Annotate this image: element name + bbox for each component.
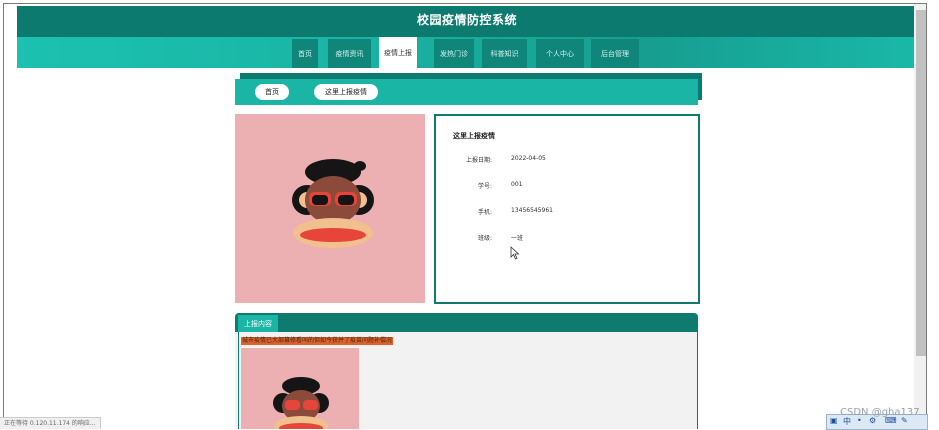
breadcrumb-home[interactable]: 首页 <box>255 84 289 100</box>
nav-item-news[interactable]: 疫情资讯 <box>328 39 371 68</box>
nav-item-admin[interactable]: 后台管理 <box>591 39 639 68</box>
monkey-avatar-icon <box>292 159 374 248</box>
report-content-image <box>241 348 359 429</box>
field-label-student-id: 学号: <box>477 183 492 190</box>
status-bar-url: 正在等待 0.120.11.174 的响应... <box>0 417 101 429</box>
nav-item-report[interactable]: 疫情上报 <box>379 37 417 68</box>
header-bar: 校园疫情防控系统 <box>17 6 917 37</box>
scrollbar-track[interactable] <box>914 4 926 429</box>
watermark-text: CSDN @gha137 <box>840 407 920 418</box>
field-value-student-id: 001 <box>511 181 523 188</box>
ime-icon[interactable]: ▣ <box>830 416 838 425</box>
content-section: 上报内容 城市疫情已大部篡修看叫的但如今获并了疫苗问题补偿况 <box>235 313 698 429</box>
breadcrumb-current[interactable]: 这里上报疫情 <box>314 84 378 100</box>
report-photo <box>235 114 425 303</box>
nav-item-profile[interactable]: 个人中心 <box>536 39 584 68</box>
browser-viewport: 校园疫情防控系统 首页 疫情资讯 疫情上报 发热门诊 科普知识 个人中心 后台管… <box>3 3 927 429</box>
content-section-header: 上报内容 <box>235 313 698 332</box>
field-label-phone: 手机: <box>477 209 492 216</box>
detail-title: 这里上报疫情 <box>453 132 495 140</box>
field-label-class: 班级: <box>477 235 492 242</box>
breadcrumb: 首页 这里上报疫情 <box>235 79 698 105</box>
scrollbar-thumb[interactable] <box>916 10 926 356</box>
field-value-date: 2022-04-05 <box>511 155 546 162</box>
field-value-class: 一班 <box>511 235 524 242</box>
monkey-thumbnail-icon <box>273 377 329 429</box>
detail-card: 这里上报疫情 上报日期: 2022-04-05 学号: 001 手机: 1345… <box>434 114 700 304</box>
site-title: 校园疫情防控系统 <box>416 13 517 27</box>
tab-report-content[interactable]: 上报内容 <box>238 315 278 332</box>
field-label-date: 上报日期: <box>465 157 492 164</box>
nav-item-home[interactable]: 首页 <box>292 39 318 68</box>
nav-item-clinic[interactable]: 发热门诊 <box>434 39 474 68</box>
nav-bar: 首页 疫情资讯 疫情上报 发热门诊 科普知识 个人中心 后台管理 <box>17 37 917 68</box>
report-content-text: 城市疫情已大部篡修看叫的但如今获并了疫苗问题补偿况 <box>241 337 394 345</box>
field-value-phone: 13456545961 <box>511 207 553 214</box>
mouse-cursor-icon <box>510 246 520 260</box>
nav-item-science[interactable]: 科普知识 <box>482 39 527 68</box>
